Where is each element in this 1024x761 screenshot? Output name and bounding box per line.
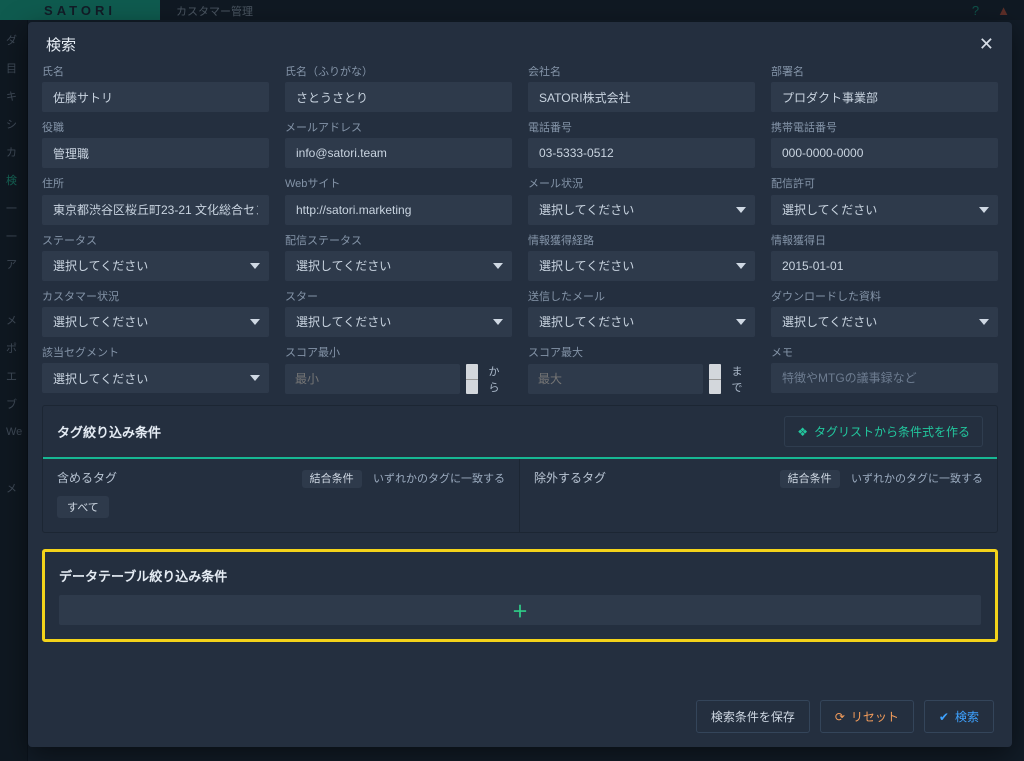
- chevron-down-icon: [250, 319, 260, 325]
- stepper-icon[interactable]: [709, 364, 721, 394]
- reset-button[interactable]: ⟳ リセット: [820, 700, 914, 733]
- email-input[interactable]: [285, 138, 512, 168]
- mail-status-select[interactable]: 選択してください: [528, 195, 755, 225]
- tag-filter-section: タグ絞り込み条件 ❖ タグリストから条件式を作る 含めるタグ 結合条件 いずれか…: [42, 405, 998, 533]
- join-condition-chip[interactable]: 結合条件: [780, 470, 840, 488]
- cust-status-select[interactable]: 選択してください: [42, 307, 269, 337]
- label-name: 氏名: [42, 66, 269, 79]
- label-segment: 該当セグメント: [42, 347, 269, 360]
- label-star: スター: [285, 291, 512, 304]
- join-condition-chip[interactable]: 結合条件: [302, 470, 362, 488]
- label-info-route: 情報獲得経路: [528, 235, 755, 248]
- make-tag-condition-button[interactable]: ❖ タグリストから条件式を作る: [784, 416, 983, 447]
- include-tags-label: 含めるタグ: [57, 469, 117, 486]
- chevron-down-icon: [979, 319, 989, 325]
- label-status: ステータス: [42, 235, 269, 248]
- label-address: 住所: [42, 178, 269, 191]
- chevron-down-icon: [736, 319, 746, 325]
- label-dl-docs: ダウンロードした資料: [771, 291, 998, 304]
- score-max-input[interactable]: [528, 364, 703, 394]
- score-min-input[interactable]: [285, 364, 460, 394]
- label-info-date: 情報獲得日: [771, 235, 998, 248]
- tag-icon: ❖: [797, 425, 808, 439]
- delivery-ok-select[interactable]: 選択してください: [771, 195, 998, 225]
- match-text: いずれかのタグに一致する: [373, 473, 505, 485]
- info-route-select[interactable]: 選択してください: [528, 251, 755, 281]
- label-cust-status: カスタマー状況: [42, 291, 269, 304]
- label-dept: 部署名: [771, 66, 998, 79]
- dt-section-title: データテーブル絞り込み条件: [59, 566, 981, 585]
- info-date-input[interactable]: [771, 251, 998, 281]
- tel-input[interactable]: [528, 138, 755, 168]
- mobile-input[interactable]: [771, 138, 998, 168]
- label-score-min: スコア最小: [285, 347, 512, 360]
- label-mail-status: メール状況: [528, 178, 755, 191]
- chevron-down-icon: [493, 263, 503, 269]
- refresh-icon: ⟳: [835, 710, 845, 724]
- label-kana: 氏名（ふりがな）: [285, 66, 512, 79]
- modal-title: 検索: [46, 34, 76, 55]
- label-tel: 電話番号: [528, 122, 755, 135]
- search-modal: 検索 ✕ 氏名 氏名（ふりがな） 会社名 部署名 役職 メールアドレス 電話番号…: [28, 22, 1012, 747]
- website-input[interactable]: [285, 195, 512, 225]
- all-tags-chip[interactable]: すべて: [57, 496, 109, 518]
- status-select[interactable]: 選択してください: [42, 251, 269, 281]
- tag-section-title: タグ絞り込み条件: [57, 422, 161, 441]
- plus-icon: ＋: [512, 598, 528, 622]
- dept-input[interactable]: [771, 82, 998, 112]
- score-max-suffix: まで: [727, 363, 755, 395]
- label-deliver-st: 配信ステータス: [285, 235, 512, 248]
- role-input[interactable]: [42, 138, 269, 168]
- close-icon[interactable]: ✕: [979, 34, 994, 55]
- chevron-down-icon: [493, 319, 503, 325]
- deliver-st-select[interactable]: 選択してください: [285, 251, 512, 281]
- chevron-down-icon: [250, 375, 260, 381]
- score-min-suffix: から: [484, 363, 512, 395]
- segment-select[interactable]: 選択してください: [42, 363, 269, 393]
- label-sent-mail: 送信したメール: [528, 291, 755, 304]
- label-memo: メモ: [771, 347, 998, 360]
- label-mobile: 携帯電話番号: [771, 122, 998, 135]
- label-email: メールアドレス: [285, 122, 512, 135]
- exclude-tags-label: 除外するタグ: [534, 469, 606, 486]
- chevron-down-icon: [736, 263, 746, 269]
- label-company: 会社名: [528, 66, 755, 79]
- add-condition-button[interactable]: ＋: [59, 595, 981, 625]
- label-score-max: スコア最大: [528, 347, 755, 360]
- label-website: Webサイト: [285, 178, 512, 191]
- search-button[interactable]: ✔ 検索: [924, 700, 994, 733]
- label-role: 役職: [42, 122, 269, 135]
- save-conditions-button[interactable]: 検索条件を保存: [696, 700, 810, 733]
- address-input[interactable]: [42, 195, 269, 225]
- sent-mail-select[interactable]: 選択してください: [528, 307, 755, 337]
- kana-input[interactable]: [285, 82, 512, 112]
- dl-docs-select[interactable]: 選択してください: [771, 307, 998, 337]
- company-input[interactable]: [528, 82, 755, 112]
- check-icon: ✔: [939, 710, 949, 724]
- name-input[interactable]: [42, 82, 269, 112]
- memo-input[interactable]: [771, 363, 998, 393]
- chevron-down-icon: [979, 207, 989, 213]
- star-select[interactable]: 選択してください: [285, 307, 512, 337]
- chevron-down-icon: [250, 263, 260, 269]
- datatable-filter-section: データテーブル絞り込み条件 ＋: [42, 549, 998, 642]
- stepper-icon[interactable]: [466, 364, 478, 394]
- label-delivery-ok: 配信許可: [771, 178, 998, 191]
- match-text: いずれかのタグに一致する: [851, 473, 983, 485]
- chevron-down-icon: [736, 207, 746, 213]
